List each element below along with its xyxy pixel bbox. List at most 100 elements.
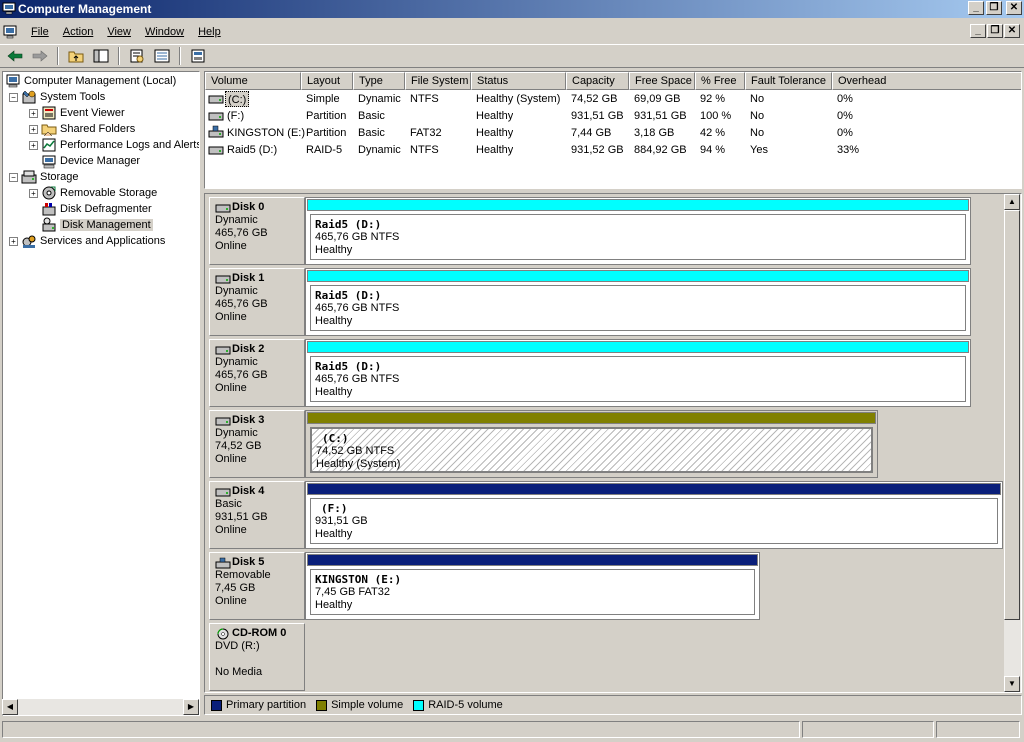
- forward-button[interactable]: [29, 46, 51, 66]
- menu-file[interactable]: File: [24, 26, 56, 38]
- col-header-percent-free[interactable]: % Free: [695, 72, 745, 90]
- scroll-track[interactable]: [18, 699, 183, 715]
- tree-item-removable-storage[interactable]: + Removable Storage: [29, 185, 157, 201]
- disk-0-label[interactable]: Disk 0 Dynamic 465,76 GB Online: [209, 197, 305, 265]
- show-hide-tree-button[interactable]: [90, 46, 112, 66]
- expand-icon[interactable]: +: [29, 188, 38, 198]
- defragmenter-icon: [42, 203, 56, 216]
- mdi-close-button[interactable]: ✕: [1004, 24, 1020, 38]
- partition-name: Raid5 (D:): [315, 360, 382, 373]
- tree-item-device-manager[interactable]: Device Manager: [41, 153, 140, 169]
- tree-item-performance-logs[interactable]: + Performance Logs and Alerts: [29, 137, 199, 153]
- minimize-button[interactable]: _: [968, 1, 984, 15]
- col-header-free-space[interactable]: Free Space: [629, 72, 695, 90]
- primary-partition-color-bar: [307, 554, 758, 566]
- disk-vertical-scrollbar[interactable]: ▲ ▼: [1004, 194, 1021, 692]
- menu-view[interactable]: View: [100, 26, 138, 38]
- disk-size: 931,51 GB: [215, 511, 268, 523]
- properties-button[interactable]: [126, 46, 148, 66]
- col-header-volume[interactable]: Volume: [205, 72, 301, 90]
- collapse-icon[interactable]: −: [9, 92, 18, 102]
- scroll-down-button[interactable]: ▼: [1004, 676, 1020, 692]
- menu-window[interactable]: Window: [138, 26, 191, 38]
- scroll-left-button[interactable]: ◀: [2, 699, 18, 715]
- restore-button[interactable]: ❐: [986, 1, 1002, 15]
- col-header-status[interactable]: Status: [471, 72, 566, 90]
- tree-item-event-viewer[interactable]: + Event Viewer: [29, 105, 125, 121]
- disk-3-label[interactable]: Disk 3 Dynamic 74,52 GB Online: [209, 410, 305, 478]
- tree-horizontal-scrollbar[interactable]: ◀ ▶: [2, 699, 199, 715]
- collapse-icon[interactable]: −: [9, 172, 18, 182]
- disk-state: Online: [215, 382, 247, 394]
- menu-bar: File Action View Window Help _ ❐ ✕: [0, 21, 1024, 42]
- disk-4-label[interactable]: Disk 4 Basic 931,51 GB Online: [209, 481, 305, 549]
- fs-cell: FAT32: [410, 127, 442, 139]
- disk-1-label[interactable]: Disk 1 Dynamic 465,76 GB Online: [209, 268, 305, 336]
- menu-view-label: View: [107, 25, 131, 38]
- raid5-color-bar: [307, 199, 969, 211]
- mdi-restore-button[interactable]: ❐: [987, 24, 1003, 38]
- menu-action[interactable]: Action: [56, 26, 101, 38]
- export-list-button[interactable]: [151, 46, 173, 66]
- expand-icon[interactable]: +: [9, 236, 18, 246]
- disk-size: 7,45 GB: [215, 582, 256, 594]
- col-header-fault-tolerance[interactable]: Fault Tolerance: [745, 72, 832, 90]
- tree-item-disk-defragmenter[interactable]: Disk Defragmenter: [41, 201, 152, 217]
- overhead-cell: 33%: [837, 144, 860, 156]
- tree-item-disk-management[interactable]: Disk Management: [41, 217, 153, 233]
- disk-state: Online: [215, 524, 247, 536]
- type-cell: Dynamic: [358, 144, 401, 156]
- percent-free-cell: 100 %: [700, 110, 732, 122]
- col-header-type[interactable]: Type: [353, 72, 405, 90]
- arrow-left-icon: ◀: [6, 702, 14, 711]
- col-header-capacity[interactable]: Capacity: [566, 72, 629, 90]
- partition-body-selected: (C:) 74,52 GB NTFS Healthy (System): [310, 427, 873, 473]
- scroll-thumb[interactable]: [1004, 210, 1020, 620]
- partition-body: Raid5 (D:) 465,76 GB NTFS Healthy: [310, 285, 966, 331]
- toolbar-separator: [118, 47, 120, 65]
- disk-2-label[interactable]: Disk 2 Dynamic 465,76 GB Online: [209, 339, 305, 407]
- menu-help[interactable]: Help: [191, 26, 228, 38]
- tree-item-root[interactable]: Computer Management (Local): [5, 73, 176, 89]
- help-button[interactable]: [187, 46, 209, 66]
- tree-item-storage[interactable]: − Storage: [9, 169, 79, 185]
- disk-size: 465,76 GB: [215, 227, 268, 239]
- storage-icon: [21, 170, 37, 184]
- col-header-overhead[interactable]: Overhead: [832, 72, 1021, 90]
- up-one-level-button[interactable]: [65, 46, 87, 66]
- legend-label: RAID-5 volume: [428, 699, 503, 711]
- tree-item-services-applications[interactable]: + Services and Applications: [9, 233, 165, 249]
- status-panel: [802, 721, 934, 738]
- scroll-right-button[interactable]: ▶: [183, 699, 199, 715]
- disk-4-partition[interactable]: (F:) 931,51 GB Healthy: [305, 481, 1003, 549]
- fault-tolerance-cell: No: [750, 93, 765, 105]
- disk-5-partition[interactable]: KINGSTON (E:) 7,45 GB FAT32 Healthy: [305, 552, 760, 620]
- disk-graphical-view: Disk 0 Dynamic 465,76 GB Online Raid5 (D…: [204, 193, 1022, 693]
- scroll-up-button[interactable]: ▲: [1004, 194, 1020, 210]
- expand-icon[interactable]: +: [29, 140, 38, 150]
- disk-5-label[interactable]: Disk 5 Removable 7,45 GB Online: [209, 552, 305, 620]
- disk-management-icon: [42, 217, 56, 232]
- toolbar-separator: [57, 47, 59, 65]
- cdrom-0-label[interactable]: CD-ROM 0 DVD (R:) No Media: [209, 623, 305, 691]
- tree-item-system-tools[interactable]: − System Tools: [9, 89, 105, 105]
- back-button[interactable]: [4, 46, 26, 66]
- window-title: Computer Management: [18, 2, 152, 16]
- close-button[interactable]: ✕: [1006, 1, 1022, 15]
- mmc-window-icon[interactable]: [2, 24, 18, 40]
- disk-1-partition[interactable]: Raid5 (D:) 465,76 GB NTFS Healthy: [305, 268, 971, 336]
- col-header-layout[interactable]: Layout: [301, 72, 353, 90]
- disk-0-partition[interactable]: Raid5 (D:) 465,76 GB NTFS Healthy: [305, 197, 971, 265]
- disk-name: Disk 2: [232, 343, 265, 355]
- removable-storage-icon: [42, 186, 56, 200]
- title-bar: Computer Management _ ❐ ✕: [0, 0, 1024, 18]
- col-header-file-system[interactable]: File System: [405, 72, 471, 90]
- overhead-cell: 0%: [837, 110, 853, 122]
- expand-icon[interactable]: +: [29, 124, 38, 134]
- mdi-minimize-button[interactable]: _: [970, 24, 986, 38]
- disk-2-partition[interactable]: Raid5 (D:) 465,76 GB NTFS Healthy: [305, 339, 971, 407]
- expand-icon[interactable]: +: [29, 108, 38, 118]
- disk-state: Online: [215, 595, 247, 607]
- disk-3-partition[interactable]: (C:) 74,52 GB NTFS Healthy (System): [305, 410, 878, 478]
- tree-item-shared-folders[interactable]: + Shared Folders: [29, 121, 135, 137]
